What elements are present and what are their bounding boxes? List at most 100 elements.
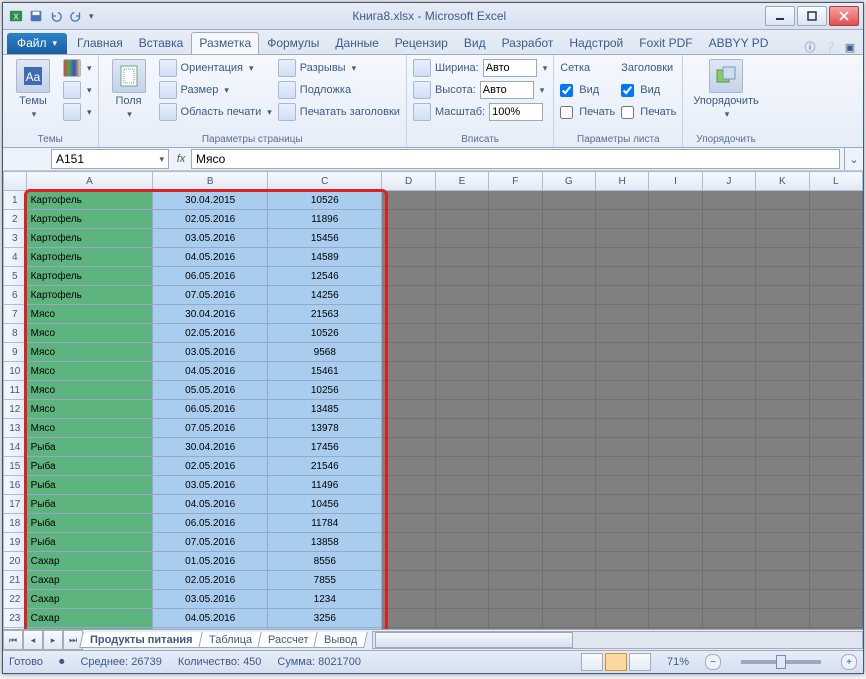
help-icon[interactable]: ❔ [823,40,837,54]
cell-empty[interactable] [809,362,863,381]
cell-empty[interactable] [435,343,488,362]
gridlines-view-checkbox[interactable] [560,84,573,97]
row-header[interactable]: 13 [4,419,27,438]
column-header[interactable]: E [435,172,488,191]
cell-empty[interactable] [489,495,542,514]
cell-empty[interactable] [382,210,435,229]
cell-empty[interactable] [649,400,702,419]
cell-empty[interactable] [756,191,809,210]
zoom-out-button[interactable]: − [705,654,721,670]
cell[interactable]: 1234 [268,590,382,609]
cell-empty[interactable] [595,552,648,571]
column-header[interactable]: G [542,172,595,191]
cell-empty[interactable] [595,476,648,495]
themes-button[interactable]: Aa Темы ▾ [9,57,57,122]
cell-empty[interactable] [489,457,542,476]
cell-empty[interactable] [702,191,755,210]
cell-empty[interactable] [595,305,648,324]
cell-empty[interactable] [756,438,809,457]
column-header[interactable]: F [489,172,542,191]
cell-empty[interactable] [649,476,702,495]
cell[interactable]: Мясо [26,381,153,400]
cell-empty[interactable] [702,514,755,533]
cell-empty[interactable] [649,267,702,286]
cell-empty[interactable] [542,609,595,628]
cell[interactable]: 11784 [268,514,382,533]
redo-icon[interactable] [67,7,85,25]
cell-empty[interactable] [542,400,595,419]
cell-empty[interactable] [649,191,702,210]
cell-empty[interactable] [595,191,648,210]
expand-formula-icon[interactable]: ⌄ [844,148,863,170]
cell-empty[interactable] [382,419,435,438]
cell[interactable]: 06.05.2016 [153,514,268,533]
ribbon-tab[interactable]: Вид [456,32,494,54]
cell-empty[interactable] [595,533,648,552]
cell-empty[interactable] [809,571,863,590]
fx-icon[interactable]: fx [171,153,191,165]
cell[interactable]: 10256 [268,381,382,400]
cell-empty[interactable] [489,381,542,400]
cell-empty[interactable] [809,476,863,495]
cell-empty[interactable] [756,248,809,267]
cell[interactable]: 04.05.2016 [153,609,268,628]
cell-empty[interactable] [595,400,648,419]
cell[interactable]: 11896 [268,210,382,229]
headings-print-checkbox[interactable] [621,106,634,119]
cell-empty[interactable] [542,210,595,229]
row-header[interactable]: 3 [4,229,27,248]
cell[interactable]: Сахар [26,571,153,590]
cell-empty[interactable] [382,609,435,628]
cell-empty[interactable] [595,628,648,630]
cell-empty[interactable] [435,210,488,229]
window-controls-icon[interactable]: ▣ [843,40,857,54]
cell-empty[interactable] [702,286,755,305]
cell-empty[interactable] [809,286,863,305]
cell-empty[interactable] [489,229,542,248]
cell-empty[interactable] [809,552,863,571]
cell[interactable]: Мясо [26,343,153,362]
cell-empty[interactable] [649,381,702,400]
file-tab[interactable]: Файл ▾ [7,33,67,54]
row-header[interactable]: 24 [4,628,27,630]
row-header[interactable]: 18 [4,514,27,533]
scrollbar-thumb[interactable] [375,632,572,648]
breaks-button[interactable]: Разрывы▾ [278,57,400,79]
cell-empty[interactable] [702,533,755,552]
cell[interactable]: Картофель [26,210,153,229]
cell-empty[interactable] [435,571,488,590]
cell-empty[interactable] [435,419,488,438]
minimize-button[interactable] [765,6,795,26]
cell-empty[interactable] [382,533,435,552]
cell-empty[interactable] [702,419,755,438]
cell-empty[interactable] [382,305,435,324]
width-input[interactable] [483,59,537,77]
column-header[interactable]: D [382,172,435,191]
ribbon-tab[interactable]: Foxit PDF [631,32,700,54]
cell-empty[interactable] [809,191,863,210]
cell-empty[interactable] [809,267,863,286]
cell-empty[interactable] [595,495,648,514]
cell-empty[interactable] [489,438,542,457]
cell-empty[interactable] [542,248,595,267]
cell[interactable]: 04.05.2016 [153,362,268,381]
row-header[interactable]: 20 [4,552,27,571]
cell[interactable]: 10456 [268,495,382,514]
cell-empty[interactable] [595,590,648,609]
cell[interactable]: Картофель [26,267,153,286]
cell-empty[interactable] [595,571,648,590]
view-page-break[interactable] [629,653,651,671]
row-header[interactable]: 11 [4,381,27,400]
column-header[interactable]: L [809,172,863,191]
row-header[interactable]: 14 [4,438,27,457]
cell-empty[interactable] [542,438,595,457]
zoom-thumb[interactable] [776,655,786,669]
gridlines-print-checkbox[interactable] [560,106,573,119]
cell[interactable]: Рыба [26,457,153,476]
cell-empty[interactable] [702,210,755,229]
save-icon[interactable] [27,7,45,25]
cell-empty[interactable] [809,590,863,609]
cell-empty[interactable] [595,438,648,457]
cell-empty[interactable] [382,191,435,210]
cell-empty[interactable] [489,419,542,438]
